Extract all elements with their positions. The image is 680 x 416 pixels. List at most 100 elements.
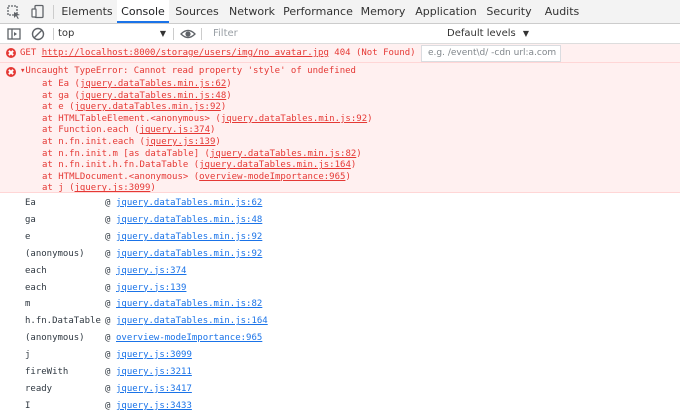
frame-source-link[interactable]: jquery.dataTables.min.js:48 [80, 91, 226, 101]
stack-function-name: j [25, 350, 31, 361]
console-message-type-error: ▾Uncaught TypeError: Cannot read propert… [0, 63, 680, 193]
error-icon [6, 48, 16, 58]
stack-function-name: I [25, 400, 31, 411]
stack-at-sign: @ [105, 333, 111, 344]
tab-audits[interactable]: Audits [540, 0, 584, 24]
stack-source-link[interactable]: jquery.js:3433 [116, 399, 192, 413]
tab-application[interactable]: Application [414, 0, 478, 24]
stack-function-name: ga [25, 214, 36, 225]
tab-security[interactable]: Security [484, 0, 534, 24]
stack-at-sign: @ [105, 282, 111, 293]
stack-function-name: fireWith [25, 367, 69, 377]
device-toolbar-icon[interactable] [30, 4, 46, 20]
inspect-element-icon[interactable] [6, 4, 22, 20]
frame-close-paren: ) [215, 137, 221, 147]
frame-function: at Ea ( [42, 79, 80, 89]
frame-function: at HTMLDocument.<anonymous> ( [42, 171, 200, 182]
stack-function-name: Ea [25, 198, 36, 208]
frame-source-link[interactable]: jquery.dataTables.min.js:62 [80, 79, 226, 89]
stack-source-link[interactable]: jquery.dataTables.min.js:82 [116, 297, 262, 311]
frame-function: at n.fn.init.m [as dataTable] ( [42, 148, 210, 159]
stack-source-link[interactable]: jquery.js:374 [116, 264, 186, 278]
stack-source-link[interactable]: jquery.dataTables.min.js:164 [116, 314, 268, 328]
toolbar-separator [173, 28, 174, 40]
stack-at-sign: @ [105, 231, 111, 242]
frame-source-link[interactable]: jquery.dataTables.min.js:92 [75, 102, 221, 112]
request-method: GET [20, 48, 37, 58]
frame-function: at j ( [42, 183, 75, 194]
dropdown-arrow-icon: ▼ [159, 29, 166, 38]
error-expand-toggle[interactable]: ▾Uncaught TypeError: Cannot read propert… [20, 64, 356, 78]
stack-at-sign: @ [105, 350, 111, 361]
stack-function-name: (anonymous) [25, 248, 85, 259]
frame-source-link[interactable]: jquery.js:3099 [75, 183, 151, 193]
clear-console-icon[interactable] [30, 26, 46, 42]
stack-function-name: (anonymous) [25, 333, 85, 344]
stack-at-sign: @ [105, 316, 111, 327]
stack-function-name: each [25, 265, 47, 276]
tab-elements[interactable]: Elements [60, 0, 114, 24]
context-selector[interactable]: top ▼ [58, 26, 168, 42]
stack-source-link[interactable]: jquery.dataTables.min.js:92 [116, 247, 262, 261]
tab-memory[interactable]: Memory [358, 0, 408, 24]
stack-function-name: e [25, 231, 31, 242]
frame-close-paren: ) [150, 183, 156, 194]
frame-function: at Function.each ( [42, 125, 140, 136]
frame-function: at e ( [42, 102, 75, 113]
levels-label: Default levels [447, 28, 516, 39]
frame-close-paren: ) [356, 148, 362, 159]
tab-performance[interactable]: Performance [283, 0, 353, 24]
frame-close-paren: ) [226, 79, 232, 89]
stack-source-link[interactable]: jquery.js:3099 [116, 348, 192, 362]
stack-at-sign: @ [105, 383, 111, 394]
frame-close-paren: ) [367, 113, 373, 124]
frame-function: at n.fn.init.each ( [42, 137, 145, 147]
stack-source-link[interactable]: jquery.js:3417 [116, 382, 192, 396]
frame-source-link[interactable]: jquery.dataTables.min.js:82 [210, 149, 356, 159]
tab-console[interactable]: Console [117, 0, 169, 23]
filter-input[interactable]: Filter [207, 26, 439, 42]
stack-at-sign: @ [105, 248, 111, 259]
tab-network[interactable]: Network [226, 0, 278, 24]
stack-function-name: each [25, 282, 47, 293]
toolbar-separator [53, 28, 54, 40]
stack-source-link[interactable]: jquery.js:3211 [116, 365, 192, 379]
filter-hint-tooltip: e.g. /event\d/ -cdn url:a.com [421, 45, 561, 62]
live-expression-eye-icon[interactable] [180, 26, 196, 42]
toolbar-separator [201, 28, 202, 40]
frame-close-paren: ) [220, 102, 227, 113]
frame-source-link[interactable]: jquery.dataTables.min.js:92 [221, 114, 367, 124]
stack-at-sign: @ [105, 367, 111, 377]
levels-arrow-icon: ▼ [522, 29, 530, 38]
stack-at-sign: @ [105, 265, 111, 276]
show-sidebar-icon[interactable] [6, 26, 22, 42]
frame-close-paren: ) [210, 125, 216, 136]
error-icon [6, 67, 16, 77]
tabbar-separator [53, 5, 54, 19]
stack-at-sign: @ [105, 299, 111, 310]
stack-function-name: m [25, 299, 31, 310]
tab-sources[interactable]: Sources [172, 0, 222, 24]
frame-function: at HTMLTableElement.<anonymous> ( [42, 113, 221, 124]
error-message: Uncaught TypeError: Cannot read property… [25, 66, 356, 76]
error-stack-frame: at j (jquery.js:3099) [42, 181, 156, 195]
request-url-link[interactable]: http://localhost:8000/storage/users/img/… [42, 48, 329, 58]
frame-close-paren: ) [226, 90, 232, 101]
stack-source-link[interactable]: jquery.dataTables.min.js:62 [116, 196, 262, 210]
log-levels-dropdown[interactable]: Default levels ▼ [447, 26, 537, 42]
frame-source-link[interactable]: jquery.js:374 [140, 125, 210, 135]
stack-source-link[interactable]: jquery.dataTables.min.js:48 [116, 213, 262, 227]
stack-source-link[interactable]: jquery.js:139 [116, 281, 186, 295]
frame-source-link[interactable]: overview-modeImportance:965 [199, 172, 345, 182]
stack-source-link[interactable]: jquery.dataTables.min.js:92 [116, 230, 262, 244]
frame-function: at ga ( [42, 90, 80, 101]
stack-at-sign: @ [105, 400, 111, 411]
frame-source-link[interactable]: jquery.dataTables.min.js:164 [199, 160, 351, 170]
stack-source-link[interactable]: overview-modeImportance:965 [116, 331, 262, 345]
context-value: top [58, 28, 75, 39]
request-status: 404 (Not Found) [334, 48, 416, 58]
frame-source-link[interactable]: jquery.js:139 [145, 137, 215, 147]
frame-function: at n.fn.init.h.fn.DataTable ( [42, 160, 200, 171]
console-toolbar: top ▼ Filter Default levels ▼ [0, 24, 680, 44]
console-message-network-error: GET http://localhost:8000/storage/users/… [0, 44, 680, 63]
